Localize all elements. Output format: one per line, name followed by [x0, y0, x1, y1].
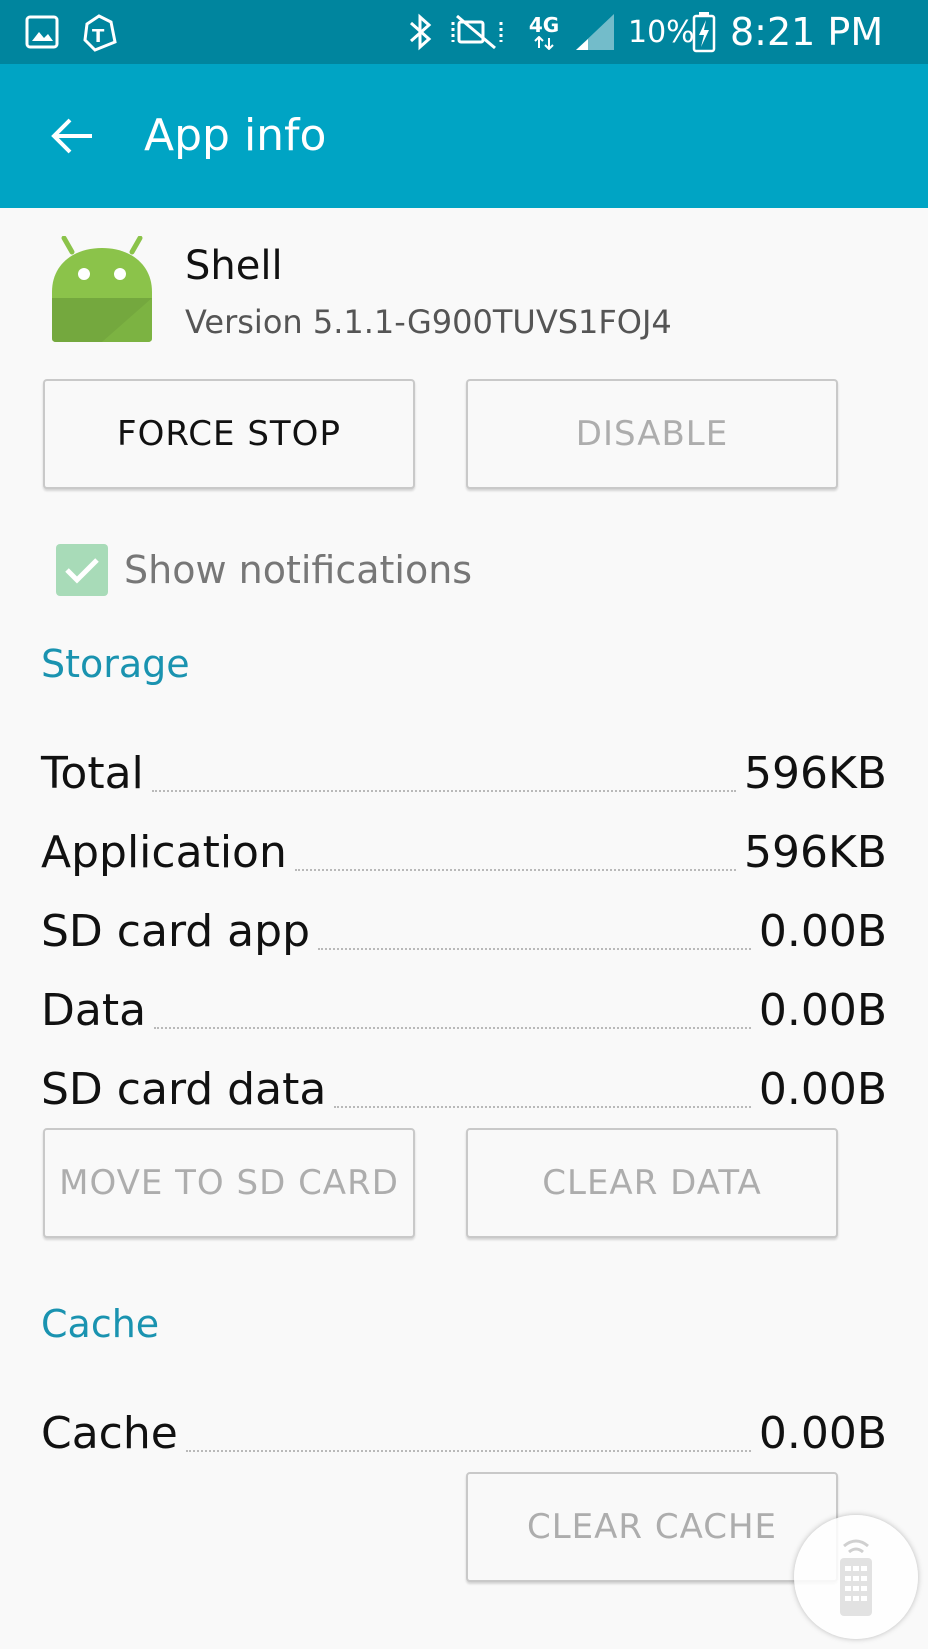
cache-header: Cache	[41, 1302, 160, 1346]
cache-row: Cache 0.00B	[41, 1398, 887, 1462]
remote-control-icon	[840, 1539, 872, 1616]
storage-row-total: Total 596KB	[41, 738, 887, 802]
storage-row-data: Data 0.00B	[41, 975, 887, 1039]
checkmark-icon	[65, 558, 99, 584]
status-bar: T 4G 10% 8:21 PM	[0, 0, 928, 64]
storage-row-value: 0.00B	[758, 1064, 887, 1115]
leader-dots	[154, 1027, 751, 1029]
android-icon	[50, 235, 154, 344]
cache-row-value: 0.00B	[758, 1408, 887, 1459]
clear-cache-button[interactable]: CLEAR CACHE	[466, 1472, 838, 1582]
svg-text:T: T	[92, 26, 105, 47]
battery-charging-icon	[690, 10, 718, 54]
force-stop-button[interactable]: FORCE STOP	[43, 379, 415, 489]
app-name: Shell	[185, 243, 283, 289]
storage-header: Storage	[41, 642, 190, 686]
clear-data-button[interactable]: CLEAR DATA	[466, 1128, 838, 1238]
storage-row-label: SD card data	[41, 1064, 327, 1115]
storage-row-application: Application 596KB	[41, 817, 887, 881]
storage-row-value: 0.00B	[758, 985, 887, 1036]
storage-row-value: 0.00B	[758, 906, 887, 957]
page-title: App info	[144, 110, 327, 161]
storage-row-label: SD card app	[41, 906, 311, 957]
storage-row-sd-card-app: SD card app 0.00B	[41, 896, 887, 960]
back-arrow-icon	[51, 118, 92, 154]
tmobile-icon: T	[80, 10, 120, 54]
storage-row-label: Application	[41, 827, 287, 878]
floating-remote-button[interactable]	[794, 1515, 918, 1639]
leader-dots	[318, 948, 751, 950]
cache-row-label: Cache	[41, 1408, 178, 1459]
storage-row-label: Total	[41, 748, 144, 799]
move-to-sd-card-button[interactable]: MOVE TO SD CARD	[43, 1128, 415, 1238]
leader-dots	[294, 869, 736, 871]
app-version: Version 5.1.1-G900TUVS1FOJ4	[185, 303, 672, 341]
network-label: 4G	[528, 13, 560, 37]
signal-icon	[572, 10, 620, 54]
storage-row-value: 596KB	[743, 827, 887, 878]
leader-dots	[334, 1106, 751, 1108]
battery-percent: 10%	[628, 14, 695, 50]
mute-icon	[448, 10, 510, 54]
clock: 8:21 PM	[730, 10, 884, 54]
leader-dots	[151, 790, 736, 792]
gallery-icon	[24, 10, 60, 54]
storage-row-label: Data	[41, 985, 147, 1036]
app-bar: App info	[0, 64, 928, 208]
show-notifications-label: Show notifications	[124, 548, 473, 592]
network-4g-icon: 4G	[520, 10, 568, 54]
leader-dots	[185, 1450, 751, 1452]
storage-row-value: 596KB	[743, 748, 887, 799]
storage-row-sd-card-data: SD card data 0.00B	[41, 1054, 887, 1118]
bluetooth-icon	[402, 10, 438, 54]
show-notifications-checkbox[interactable]	[56, 544, 108, 596]
back-button[interactable]	[36, 100, 108, 172]
disable-button[interactable]: DISABLE	[466, 379, 838, 489]
